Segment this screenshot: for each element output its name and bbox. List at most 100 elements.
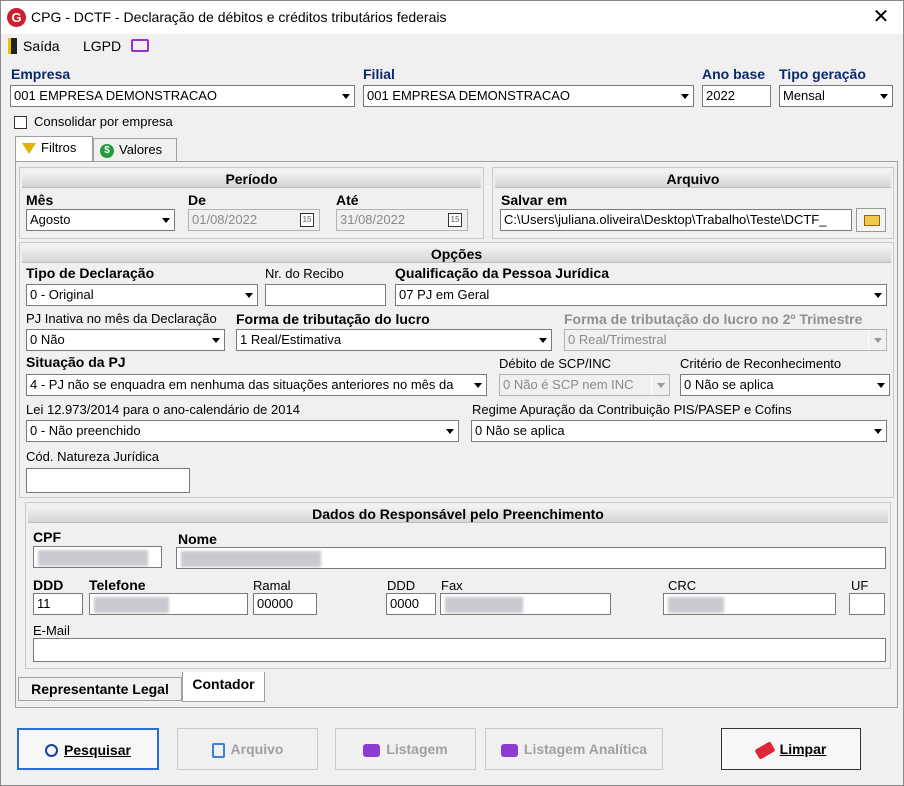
- de-date-input[interactable]: 01/08/2022 15: [188, 209, 320, 231]
- email-input[interactable]: [33, 638, 886, 662]
- tipo-geracao-value: Mensal: [783, 88, 825, 103]
- tipo-declaracao-value: 0 - Original: [30, 287, 94, 302]
- lei-label: Lei 12.973/2014 para o ano-calendário de…: [26, 402, 300, 417]
- qualificacao-value: 07 PJ em Geral: [399, 287, 490, 302]
- tab-representante-legal[interactable]: Representante Legal: [18, 677, 182, 701]
- redacted-value: [94, 597, 169, 613]
- arquivo-label: Arquivo: [230, 741, 284, 757]
- tipo-declaracao-label: Tipo de Declaração: [26, 265, 155, 281]
- chevron-down-icon[interactable]: [868, 421, 886, 441]
- regime-select[interactable]: 0 Não se aplica: [471, 420, 887, 442]
- chevron-down-icon[interactable]: [868, 285, 886, 305]
- chevron-down-icon[interactable]: [468, 375, 486, 395]
- pj-inativa-value: 0 Não: [30, 332, 65, 347]
- ano-base-input[interactable]: 2022: [702, 85, 771, 107]
- filial-label: Filial: [363, 66, 395, 82]
- lei-value: 0 - Não preenchido: [30, 423, 141, 438]
- cpf-input[interactable]: [33, 546, 162, 568]
- situacao-pj-select[interactable]: 4 - PJ não se enquadra em nenhuma das si…: [26, 374, 487, 396]
- pj-inativa-select[interactable]: 0 Não: [26, 329, 225, 351]
- nr-recibo-input[interactable]: [265, 284, 386, 306]
- chevron-down-icon[interactable]: [156, 210, 174, 230]
- debito-scp-label: Débito de SCP/INC: [499, 356, 611, 371]
- chevron-down-icon[interactable]: [871, 375, 889, 395]
- fax-input[interactable]: [440, 593, 611, 615]
- qualificacao-select[interactable]: 07 PJ em Geral: [395, 284, 887, 306]
- chevron-down-icon[interactable]: [651, 375, 669, 395]
- forma-2-trimestre-label: Forma de tributação do lucro no 2º Trime…: [564, 311, 863, 327]
- ate-label: Até: [336, 192, 359, 208]
- chevron-down-icon[interactable]: [336, 86, 354, 106]
- title-bar: G CPG - DCTF - Declaração de débitos e c…: [1, 1, 903, 34]
- listagem-button[interactable]: Listagem: [335, 728, 476, 770]
- responsavel-title: Dados do Responsável pelo Preenchimento: [28, 505, 888, 523]
- browse-folder-button[interactable]: [856, 208, 886, 232]
- chevron-down-icon[interactable]: [206, 330, 224, 350]
- telefone-label: Telefone: [89, 577, 146, 593]
- limpar-button[interactable]: Limpar: [721, 728, 861, 770]
- calendar-icon[interactable]: 15: [448, 213, 462, 227]
- menu-lgpd[interactable]: LGPD: [83, 38, 121, 54]
- nome-input[interactable]: [176, 547, 886, 569]
- debito-scp-select[interactable]: 0 Não é SCP nem INC: [499, 374, 670, 396]
- chevron-down-icon[interactable]: [239, 285, 257, 305]
- arquivo-button[interactable]: Arquivo: [177, 728, 318, 770]
- consolidar-checkbox[interactable]: [14, 116, 27, 129]
- monitor-icon[interactable]: [131, 39, 149, 52]
- pesquisar-button[interactable]: Pesquisar: [17, 728, 159, 770]
- salvar-em-input[interactable]: C:\Users\juliana.oliveira\Desktop\Trabal…: [500, 209, 852, 231]
- ddd-label: DDD: [33, 577, 64, 593]
- exit-icon[interactable]: [8, 38, 17, 54]
- criterio-value: 0 Não se aplica: [684, 377, 774, 392]
- de-value: 01/08/2022: [192, 212, 258, 227]
- tab-valores[interactable]: $ Valores: [93, 138, 177, 162]
- redacted-value: [38, 550, 148, 566]
- chevron-down-icon[interactable]: [874, 86, 892, 106]
- redacted-value: [445, 597, 523, 613]
- ddd-fax-input[interactable]: 0000: [386, 593, 436, 615]
- debito-scp-value: 0 Não é SCP nem INC: [503, 377, 634, 392]
- forma-2-trimestre-value: 0 Real/Trimestral: [568, 332, 667, 347]
- tipo-geracao-select[interactable]: Mensal: [779, 85, 893, 107]
- chevron-down-icon[interactable]: [533, 330, 551, 350]
- listagem-analitica-button[interactable]: Listagem Analítica: [485, 728, 663, 770]
- app-logo-icon: G: [7, 8, 26, 27]
- menu-saida[interactable]: Saída: [23, 38, 60, 54]
- criterio-label: Critério de Reconhecimento: [680, 356, 842, 371]
- ate-date-input[interactable]: 31/08/2022 15: [336, 209, 468, 231]
- uf-input[interactable]: [849, 593, 885, 615]
- close-icon[interactable]: ✕: [869, 5, 893, 29]
- forma-tributacao-select[interactable]: 1 Real/Estimativa: [236, 329, 552, 351]
- telefone-input[interactable]: [89, 593, 248, 615]
- printer-icon: [363, 743, 381, 757]
- empresa-select[interactable]: 001 EMPRESA DEMONSTRACAO: [10, 85, 355, 107]
- chevron-down-icon[interactable]: [675, 86, 693, 106]
- tab-contador[interactable]: Contador: [182, 672, 265, 702]
- situacao-pj-value: 4 - PJ não se enquadra em nenhuma das si…: [30, 377, 454, 392]
- tipo-declaracao-select[interactable]: 0 - Original: [26, 284, 258, 306]
- tab-filtros-label: Filtros: [41, 140, 77, 155]
- chevron-down-icon[interactable]: [440, 421, 458, 441]
- uf-label: UF: [851, 578, 869, 593]
- de-label: De: [188, 192, 206, 208]
- situacao-pj-label: Situação da PJ: [26, 354, 126, 370]
- pesquisar-label: Pesquisar: [64, 742, 131, 758]
- filial-select[interactable]: 001 EMPRESA DEMONSTRACAO: [363, 85, 694, 107]
- calendar-icon[interactable]: 15: [300, 213, 314, 227]
- salvar-em-label: Salvar em: [501, 192, 568, 208]
- regime-label: Regime Apuração da Contribuição PIS/PASE…: [472, 402, 792, 417]
- tipo-geracao-label: Tipo geração: [779, 66, 866, 82]
- mes-value: Agosto: [30, 212, 71, 227]
- ramal-input[interactable]: 00000: [253, 593, 317, 615]
- tab-filtros[interactable]: Filtros: [15, 136, 93, 162]
- crc-input[interactable]: [663, 593, 836, 615]
- criterio-select[interactable]: 0 Não se aplica: [680, 374, 890, 396]
- ddd-input[interactable]: 11: [33, 593, 83, 615]
- ddd-fax-label: DDD: [387, 578, 416, 593]
- lei-select[interactable]: 0 - Não preenchido: [26, 420, 459, 442]
- forma-2-trimestre-select[interactable]: 0 Real/Trimestral: [564, 329, 887, 351]
- regime-value: 0 Não se aplica: [475, 423, 565, 438]
- mes-select[interactable]: Agosto: [26, 209, 175, 231]
- chevron-down-icon[interactable]: [868, 330, 886, 350]
- natureza-juridica-input[interactable]: [26, 468, 190, 493]
